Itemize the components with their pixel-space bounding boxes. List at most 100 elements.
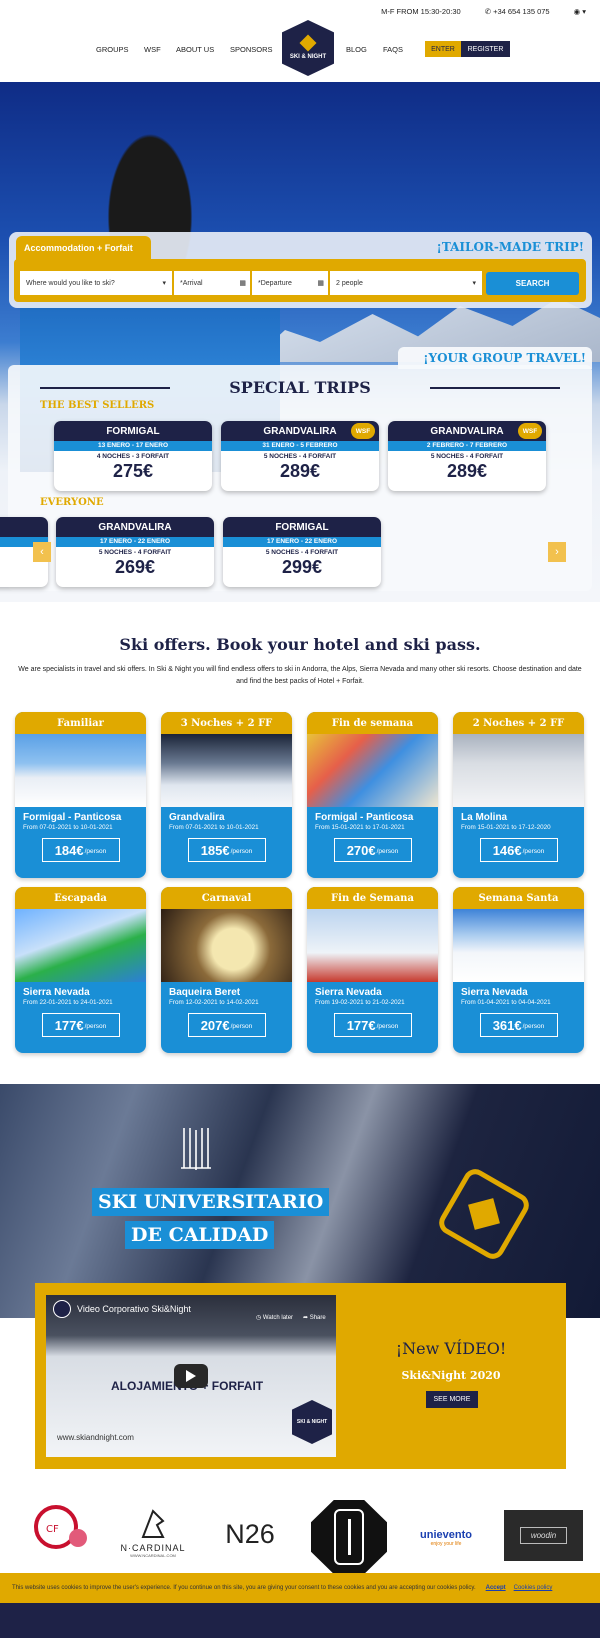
offer-price[interactable]: 361€/person bbox=[479, 1013, 558, 1037]
offer-tag: 3 Noches + 2 FF bbox=[161, 712, 292, 734]
enter-button[interactable]: ENTER bbox=[425, 41, 461, 57]
sponsor-logo-i[interactable] bbox=[311, 1500, 387, 1574]
offer-card[interactable]: Familiar Formigal - Panticosa From 07-01-2… bbox=[15, 712, 146, 878]
offer-destination: La Molina bbox=[461, 812, 508, 823]
trip-price: 299€ bbox=[281, 557, 323, 577]
offer-dates: From 07-01-2021 to 10-01-2021 bbox=[23, 824, 113, 831]
offer-price[interactable]: 177€/person bbox=[41, 1013, 120, 1037]
wsf-badge: WSF bbox=[351, 423, 375, 439]
group-travel-link[interactable]: ¡YOUR GROUP TRAVEL! bbox=[398, 347, 592, 369]
trip-card[interactable]: GRANDVALIRA 17 ENERO - 22 ENERO 5 NOCHES… bbox=[56, 517, 214, 587]
trip-price: 289€ bbox=[279, 461, 321, 481]
trip-name: FORMIGAL bbox=[106, 425, 160, 437]
trip-name: GRANDVALIRA bbox=[98, 521, 172, 533]
destination-select[interactable]: Where would you like to ski? ▾ bbox=[20, 271, 172, 295]
everyone-label: EVERYONE bbox=[40, 497, 104, 508]
search-button[interactable]: SEARCH bbox=[486, 272, 579, 295]
trip-name: GRANDVALIRA bbox=[263, 425, 337, 437]
nav-groups[interactable]: GROUPS bbox=[96, 45, 129, 54]
ncardinal-text: N·CARDINAL bbox=[120, 1542, 186, 1553]
sponsor-logo-cf[interactable]: CF bbox=[30, 1500, 92, 1554]
offer-price[interactable]: 207€/person bbox=[187, 1013, 266, 1037]
ncardinal-url: WWW.NCARDINAL.COM bbox=[130, 1552, 176, 1558]
phone-link[interactable]: ✆ +34 654 135 075 bbox=[485, 7, 550, 16]
per-person-label: /person bbox=[376, 1023, 399, 1030]
title-divider bbox=[430, 387, 560, 389]
site-logo[interactable]: SKI & NIGHT bbox=[282, 20, 334, 76]
offer-destination: Baqueira Beret bbox=[169, 987, 241, 998]
register-button[interactable]: REGISTER bbox=[461, 41, 510, 57]
offer-card[interactable]: Escapada Sierra Nevada From 22-01-2021 to … bbox=[15, 887, 146, 1053]
trip-card[interactable]: GRANDVALIRA WSF 2 FEBRERO - 7 FEBRERO 5 N… bbox=[388, 421, 546, 491]
chevron-right-icon[interactable]: › bbox=[548, 542, 566, 562]
tailor-made-link[interactable]: ¡TAILOR-MADE TRIP! bbox=[437, 240, 584, 254]
offer-price-value: 177€ bbox=[54, 1017, 84, 1033]
university-line-2: DE CALIDAD bbox=[125, 1221, 275, 1249]
offer-image bbox=[453, 909, 584, 982]
offer-destination: Sierra Nevada bbox=[461, 987, 528, 998]
offer-dates: From 01-04-2021 to 04-04-2021 bbox=[461, 999, 551, 1006]
see-more-button[interactable]: SEE MORE bbox=[426, 1391, 478, 1408]
video-url: www.skiandnight.com bbox=[57, 1433, 134, 1442]
offer-card[interactable]: Fin de semana Formigal - Panticosa From 15… bbox=[307, 712, 438, 878]
top-bar: M-F FROM 15:30-20:30 ✆ +34 654 135 075 ◉… bbox=[381, 7, 586, 16]
offer-card[interactable]: 2 Noches + 2 FF La Molina From 15-01-2021 … bbox=[453, 712, 584, 878]
offer-price[interactable]: 177€/person bbox=[333, 1013, 412, 1037]
globe-icon[interactable]: ◉ ▾ bbox=[574, 7, 586, 16]
people-value: 2 people bbox=[336, 279, 363, 287]
offer-price-value: 207€ bbox=[200, 1017, 230, 1033]
share-button[interactable]: ➦ Share bbox=[303, 1314, 326, 1321]
share-label: Share bbox=[309, 1315, 326, 1321]
nav-wsf[interactable]: WSF bbox=[144, 45, 161, 54]
sponsor-logo-woodin[interactable]: woodin bbox=[504, 1510, 583, 1561]
accommodation-tab[interactable]: Accommodation + Forfait bbox=[16, 236, 151, 260]
sponsor-logo-unievento[interactable]: unievento enjoy your life bbox=[415, 1523, 477, 1553]
offer-price[interactable]: 185€/person bbox=[187, 838, 266, 862]
nav-about-us[interactable]: ABOUT US bbox=[176, 45, 214, 54]
logo-text: SKI & NIGHT bbox=[289, 53, 327, 60]
best-sellers-label: THE BEST SELLERS bbox=[40, 400, 155, 411]
per-person-label: /person bbox=[230, 848, 253, 855]
svg-text:CF: CF bbox=[46, 1524, 59, 1535]
people-select[interactable]: 2 people ▾ bbox=[330, 271, 482, 295]
play-icon[interactable] bbox=[174, 1364, 208, 1388]
cookies-policy-link[interactable]: Cookies policy bbox=[514, 1585, 553, 1591]
offer-destination: Formigal - Panticosa bbox=[315, 812, 414, 823]
chevron-left-icon[interactable]: ‹ bbox=[33, 542, 51, 562]
channel-avatar[interactable] bbox=[53, 1300, 71, 1318]
nav-blog[interactable]: BLOG bbox=[346, 45, 367, 54]
nav-sponsors[interactable]: SPONSORS bbox=[230, 45, 273, 54]
unievento-text: unievento bbox=[420, 1529, 472, 1541]
offer-dates: From 22-01-2021 to 24-01-2021 bbox=[23, 999, 113, 1006]
offer-destination: Grandvalira bbox=[169, 812, 225, 823]
offers-title: Ski offers. Book your hotel and ski pass… bbox=[119, 635, 481, 654]
video-title[interactable]: Video Corporativo Ski&Night bbox=[77, 1304, 191, 1314]
accept-cookies-link[interactable]: Accept bbox=[486, 1585, 506, 1591]
sponsor-logo-n26[interactable]: N26 bbox=[220, 1514, 280, 1554]
per-person-label: /person bbox=[376, 848, 399, 855]
per-person-label: /person bbox=[230, 1023, 253, 1030]
offer-price[interactable]: 146€/person bbox=[479, 838, 558, 862]
offer-card[interactable]: Semana Santa Sierra Nevada From 01-04-2021… bbox=[453, 887, 584, 1053]
offer-price[interactable]: 270€/person bbox=[333, 838, 412, 862]
trip-dates: 17 ENERO - 22 ENERO bbox=[56, 537, 214, 547]
offer-card[interactable]: 3 Noches + 2 FF Grandvalira From 07-01-202… bbox=[161, 712, 292, 878]
calendar-icon: ▦ bbox=[239, 280, 246, 287]
offer-card[interactable]: Fin de Semana Sierra Nevada From 19-02-202… bbox=[307, 887, 438, 1053]
watch-later-button[interactable]: ◷ Watch later bbox=[256, 1314, 293, 1321]
trip-card[interactable]: FORMIGAL 13 ENERO - 17 ENERO 4 NOCHES - … bbox=[54, 421, 212, 491]
offer-card[interactable]: Carnaval Baqueira Beret From 12-02-2021 to… bbox=[161, 887, 292, 1053]
nav-faqs[interactable]: FAQS bbox=[383, 45, 403, 54]
chevron-down-icon: ▾ bbox=[162, 280, 166, 287]
trip-price: 275€ bbox=[112, 461, 154, 481]
trip-card[interactable]: GRANDVALIRA WSF 31 ENERO - 5 FEBRERO 5 NO… bbox=[221, 421, 379, 491]
destination-placeholder: Where would you like to ski? bbox=[26, 279, 115, 287]
departure-field[interactable]: *Departure ▦ bbox=[252, 271, 328, 295]
offer-price[interactable]: 184€/person bbox=[41, 838, 120, 862]
offer-tag: Familiar bbox=[15, 712, 146, 734]
sponsor-logo-ncardinal[interactable]: N·CARDINAL WWW.NCARDINAL.COM bbox=[116, 1500, 190, 1564]
offer-dates: From 12-02-2021 to 14-02-2021 bbox=[169, 999, 259, 1006]
arrival-field[interactable]: *Arrival ▦ bbox=[174, 271, 250, 295]
trip-desc: 4 NOCHES - 3 FORFAIT bbox=[96, 453, 170, 460]
trip-card[interactable]: FORMIGAL 17 ENERO - 22 ENERO 5 NOCHES - … bbox=[223, 517, 381, 587]
